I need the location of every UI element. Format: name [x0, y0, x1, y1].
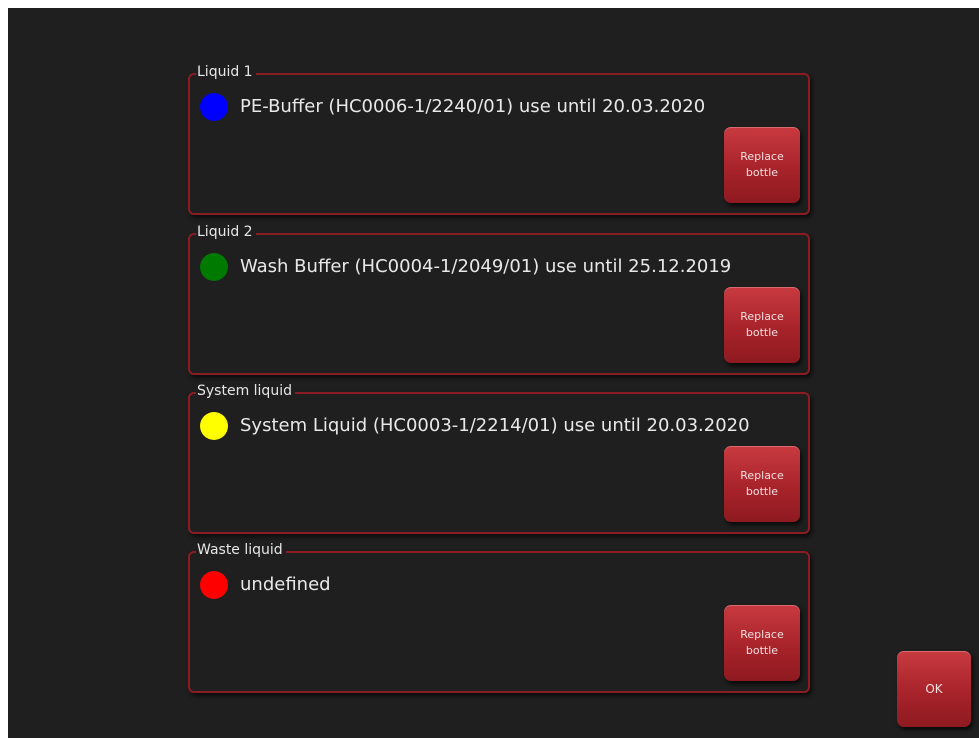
system-liquid-description: System Liquid (HC0003-1/2214/01) use unt…: [240, 415, 750, 436]
ok-button-label: OK: [925, 682, 943, 696]
liquid-2-description: Wash Buffer (HC0004-1/2049/01) use until…: [240, 256, 732, 277]
liquid-1-row: PE-Buffer (HC0006-1/2240/01) use until 2…: [200, 93, 705, 121]
system-liquid-row: System Liquid (HC0003-1/2214/01) use unt…: [200, 412, 750, 440]
replace-bottle-label-line1: Replace: [740, 310, 784, 323]
liquid-1-color-indicator: [200, 93, 228, 121]
replace-bottle-label-line1: Replace: [740, 150, 784, 163]
waste-liquid-group: Waste liquid undefined Replace bottle: [188, 541, 810, 693]
liquid-2-legend: Liquid 2: [196, 223, 256, 241]
liquid-2-group: Liquid 2 Wash Buffer (HC0004-1/2049/01) …: [188, 223, 810, 375]
waste-liquid-legend: Waste liquid: [196, 541, 286, 559]
waste-liquid-description: undefined: [240, 574, 331, 595]
system-liquid-replace-bottle-button[interactable]: Replace bottle: [724, 446, 800, 522]
waste-liquid-replace-bottle-button[interactable]: Replace bottle: [724, 605, 800, 681]
ok-button[interactable]: OK: [897, 651, 971, 727]
replace-bottle-label-line1: Replace: [740, 469, 784, 482]
replace-bottle-label-line2: bottle: [745, 326, 779, 339]
replace-bottle-label-line2: bottle: [745, 166, 779, 179]
replace-bottle-label-line1: Replace: [740, 628, 784, 641]
system-liquid-color-indicator: [200, 412, 228, 440]
system-liquid-legend: System liquid: [196, 382, 295, 400]
replace-bottle-label-line2: bottle: [745, 485, 779, 498]
liquid-2-replace-bottle-button[interactable]: Replace bottle: [724, 287, 800, 363]
waste-liquid-row: undefined: [200, 571, 331, 599]
liquid-1-description: PE-Buffer (HC0006-1/2240/01) use until 2…: [240, 96, 706, 117]
liquid-2-row: Wash Buffer (HC0004-1/2049/01) use until…: [200, 253, 731, 281]
waste-liquid-color-indicator: [200, 571, 228, 599]
system-liquid-group: System liquid System Liquid (HC0003-1/22…: [188, 382, 810, 534]
liquid-status-screen: Liquid 1 PE-Buffer (HC0006-1/2240/01) us…: [8, 8, 979, 738]
liquid-1-group: Liquid 1 PE-Buffer (HC0006-1/2240/01) us…: [188, 63, 810, 215]
liquid-1-replace-bottle-button[interactable]: Replace bottle: [724, 127, 800, 203]
replace-bottle-label-line2: bottle: [745, 644, 779, 657]
liquid-2-color-indicator: [200, 253, 228, 281]
liquid-1-legend: Liquid 1: [196, 63, 256, 81]
